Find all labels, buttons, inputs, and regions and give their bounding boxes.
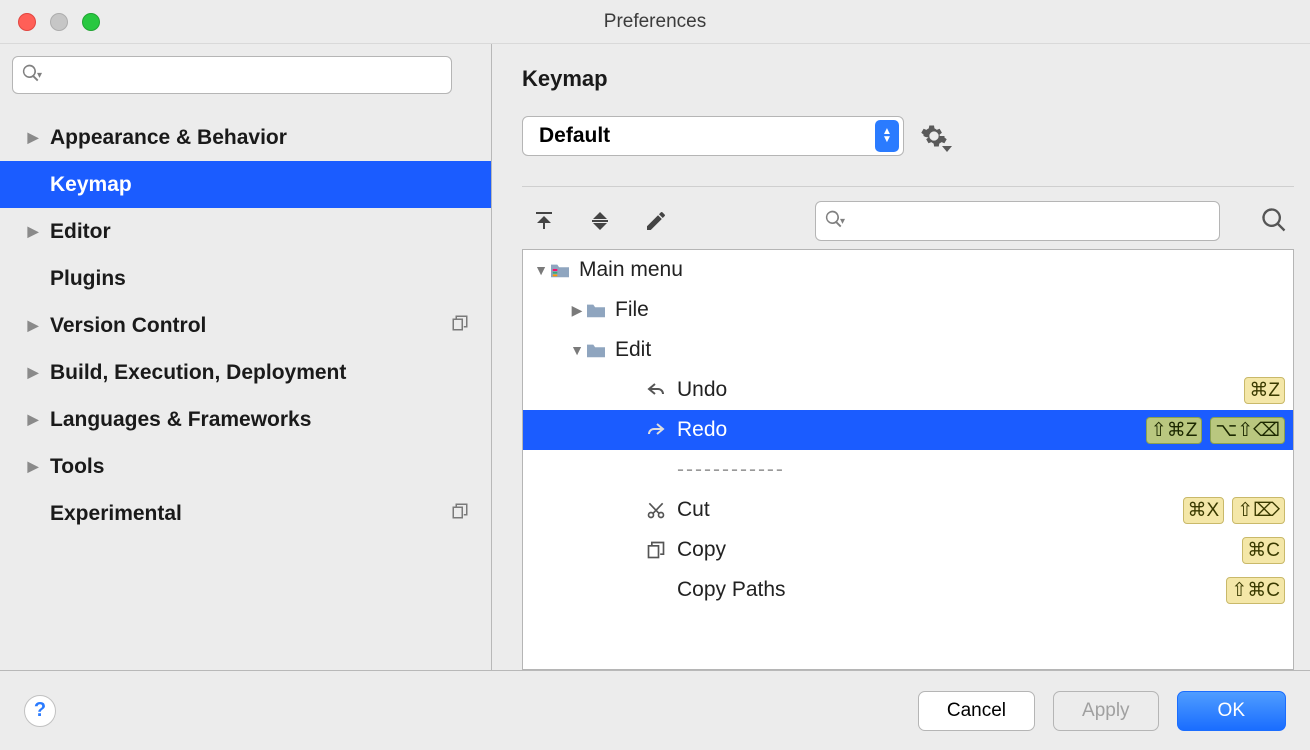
tree-action-undo[interactable]: Undo ⌘Z — [523, 370, 1293, 410]
project-settings-icon — [451, 314, 469, 338]
apply-button[interactable]: Apply — [1053, 691, 1159, 731]
minimize-window-button[interactable] — [50, 13, 68, 31]
action-tree[interactable]: ▼ Main menu ▶ File ▼ — [522, 249, 1294, 670]
shortcut-badge: ⌘Z — [1244, 377, 1285, 404]
close-window-button[interactable] — [18, 13, 36, 31]
tree-separator: ------------ — [523, 450, 1293, 490]
undo-icon — [641, 380, 671, 400]
cut-icon — [641, 500, 671, 520]
chevron-down-icon: ▾ — [840, 216, 845, 227]
sidebar-search-input[interactable] — [48, 65, 443, 86]
tree-node-main-menu[interactable]: ▼ Main menu — [523, 250, 1293, 290]
action-label: Copy — [677, 538, 726, 562]
tree-label: File — [615, 298, 649, 322]
sidebar-item-experimental[interactable]: Experimental — [0, 490, 491, 537]
action-label: Cut — [677, 498, 710, 522]
sidebar-item-editor[interactable]: ▶ Editor — [0, 208, 491, 255]
folder-icon — [585, 341, 607, 359]
action-search-input[interactable] — [851, 211, 1211, 232]
tree-label: Edit — [615, 338, 651, 362]
keymap-toolbar: ▾ — [522, 201, 1310, 241]
folder-icon — [585, 301, 607, 319]
window-controls — [18, 13, 100, 31]
shortcut-badge: ⇧⌦ — [1232, 497, 1285, 524]
collapse-all-button[interactable] — [586, 207, 614, 235]
tree-node-file[interactable]: ▶ File — [523, 290, 1293, 330]
shortcut-badge: ⇧⌘Z — [1146, 417, 1203, 444]
settings-sidebar: ▾ ▶ Appearance & Behavior Keymap ▶ Edito… — [0, 44, 492, 670]
tree-label: Main menu — [579, 258, 683, 282]
separator-label: ------------ — [677, 458, 785, 482]
tree-action-redo[interactable]: Redo ⇧⌘Z ⌥⇧⌫ — [523, 410, 1293, 450]
sidebar-item-tools[interactable]: ▶ Tools — [0, 443, 491, 490]
tree-action-copy[interactable]: Copy ⌘C — [523, 530, 1293, 570]
help-button[interactable]: ? — [24, 695, 56, 727]
shortcut-badge: ⌘X — [1183, 497, 1225, 524]
main-menu-icon — [549, 261, 571, 279]
expand-all-button[interactable] — [530, 207, 558, 235]
sidebar-item-appearance[interactable]: ▶ Appearance & Behavior — [0, 114, 491, 161]
copy-icon — [641, 540, 671, 560]
action-label: Redo — [677, 418, 727, 442]
sidebar-search[interactable]: ▾ — [12, 56, 452, 94]
project-settings-icon — [451, 502, 469, 526]
cancel-button[interactable]: Cancel — [918, 691, 1035, 731]
expand-arrow-icon: ▶ — [26, 317, 40, 334]
tree-action-copy-paths[interactable]: Copy Paths ⇧⌘C — [523, 570, 1293, 610]
expand-arrow-icon: ▶ — [26, 223, 40, 240]
sidebar-item-build[interactable]: ▶ Build, Execution, Deployment — [0, 349, 491, 396]
ok-button[interactable]: OK — [1177, 691, 1286, 731]
window-title: Preferences — [604, 11, 706, 33]
expand-arrow-icon: ▼ — [569, 342, 585, 358]
keymap-settings-button[interactable] — [920, 122, 948, 150]
page-title: Keymap — [522, 66, 1310, 92]
titlebar: Preferences — [0, 0, 1310, 44]
action-label: Undo — [677, 378, 727, 402]
expand-arrow-icon: ▶ — [26, 364, 40, 381]
dialog-button-bar: ? Cancel Apply OK — [0, 670, 1310, 750]
expand-arrow-icon: ▼ — [533, 262, 549, 278]
keymap-scheme-value: Default — [539, 124, 610, 148]
expand-arrow-icon: ▶ — [26, 458, 40, 475]
expand-arrow-icon: ▶ — [26, 411, 40, 428]
expand-arrow-icon: ▶ — [569, 302, 585, 319]
select-knob-icon: ▲▼ — [875, 120, 899, 152]
edit-shortcut-button[interactable] — [642, 207, 670, 235]
settings-categories: ▶ Appearance & Behavior Keymap ▶ Editor … — [0, 106, 491, 670]
find-by-shortcut-button[interactable] — [1260, 206, 1290, 236]
action-label: Copy Paths — [677, 578, 786, 602]
keymap-scheme-select[interactable]: Default ▲▼ — [522, 116, 904, 156]
action-search[interactable]: ▾ — [815, 201, 1220, 241]
shortcut-badge: ⌘C — [1242, 537, 1285, 564]
settings-content: Keymap Default ▲▼ — [492, 44, 1310, 670]
sidebar-item-languages[interactable]: ▶ Languages & Frameworks — [0, 396, 491, 443]
redo-icon — [641, 420, 671, 440]
expand-arrow-icon: ▶ — [26, 129, 40, 146]
chevron-down-icon: ▾ — [37, 70, 42, 81]
zoom-window-button[interactable] — [82, 13, 100, 31]
sidebar-item-version-control[interactable]: ▶ Version Control — [0, 302, 491, 349]
sidebar-item-plugins[interactable]: Plugins — [0, 255, 491, 302]
tree-node-edit[interactable]: ▼ Edit — [523, 330, 1293, 370]
sidebar-item-keymap[interactable]: Keymap — [0, 161, 491, 208]
shortcut-badge: ⌥⇧⌫ — [1210, 417, 1285, 444]
shortcut-badge: ⇧⌘C — [1226, 577, 1285, 604]
divider — [522, 186, 1294, 187]
tree-action-cut[interactable]: Cut ⌘X ⇧⌦ — [523, 490, 1293, 530]
